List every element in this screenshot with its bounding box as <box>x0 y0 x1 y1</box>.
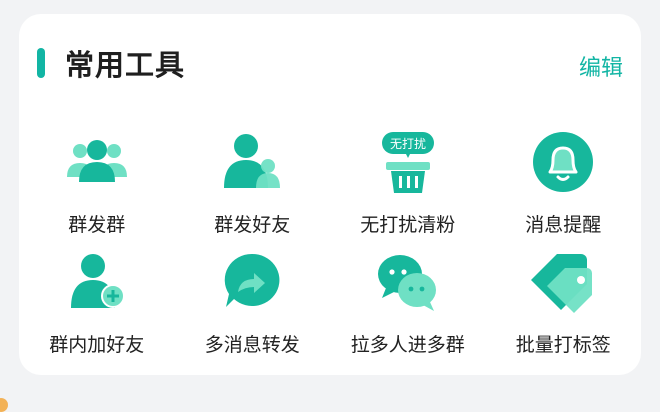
tool-label: 多消息转发 <box>204 334 300 356</box>
tool-label: 批量打标签 <box>515 334 611 356</box>
tool-multi-message-forward[interactable]: 多消息转发 <box>175 246 331 366</box>
forward-icon <box>216 250 288 316</box>
tool-pull-into-groups[interactable]: 拉多人进多群 <box>330 246 486 366</box>
tool-add-friend-in-group[interactable]: 群内加好友 <box>19 246 175 366</box>
tool-label: 群内加好友 <box>49 334 145 356</box>
tool-batch-tag[interactable]: 批量打标签 <box>486 246 642 366</box>
add-friend-icon <box>61 250 133 316</box>
tool-label: 群发好友 <box>214 214 291 236</box>
tool-no-disturb-clean[interactable]: 无打扰 无打扰清粉 <box>330 126 486 246</box>
title-accent-bar <box>37 48 45 78</box>
common-tools-card: 常用工具 编辑 群发群 群发好友 无打扰 无打扰清粉 消息提醒 群内加好友 多消… <box>19 14 641 375</box>
badge-text: 无打扰 <box>390 137 426 151</box>
chat-bubbles-icon <box>372 250 444 316</box>
tool-label: 群发群 <box>68 214 126 236</box>
tag-icon <box>527 250 599 316</box>
tool-label: 拉多人进多群 <box>350 334 465 356</box>
friend-broadcast-icon <box>216 130 288 196</box>
tool-label: 无打扰清粉 <box>360 214 456 236</box>
decorative-dot <box>0 398 8 412</box>
tool-friend-broadcast[interactable]: 群发好友 <box>175 126 331 246</box>
tool-group-broadcast[interactable]: 群发群 <box>19 126 175 246</box>
tool-message-reminder[interactable]: 消息提醒 <box>486 126 642 246</box>
card-header: 常用工具 编辑 <box>19 14 641 114</box>
no-disturb-clean-icon: 无打扰 <box>372 130 444 196</box>
tool-label: 消息提醒 <box>525 214 602 236</box>
bell-icon <box>527 130 599 196</box>
card-title: 常用工具 <box>65 48 186 82</box>
edit-button[interactable]: 编辑 <box>579 50 623 82</box>
group-broadcast-icon <box>61 130 133 196</box>
tools-grid: 群发群 群发好友 无打扰 无打扰清粉 消息提醒 群内加好友 多消息转发 拉多人进… <box>19 126 641 366</box>
